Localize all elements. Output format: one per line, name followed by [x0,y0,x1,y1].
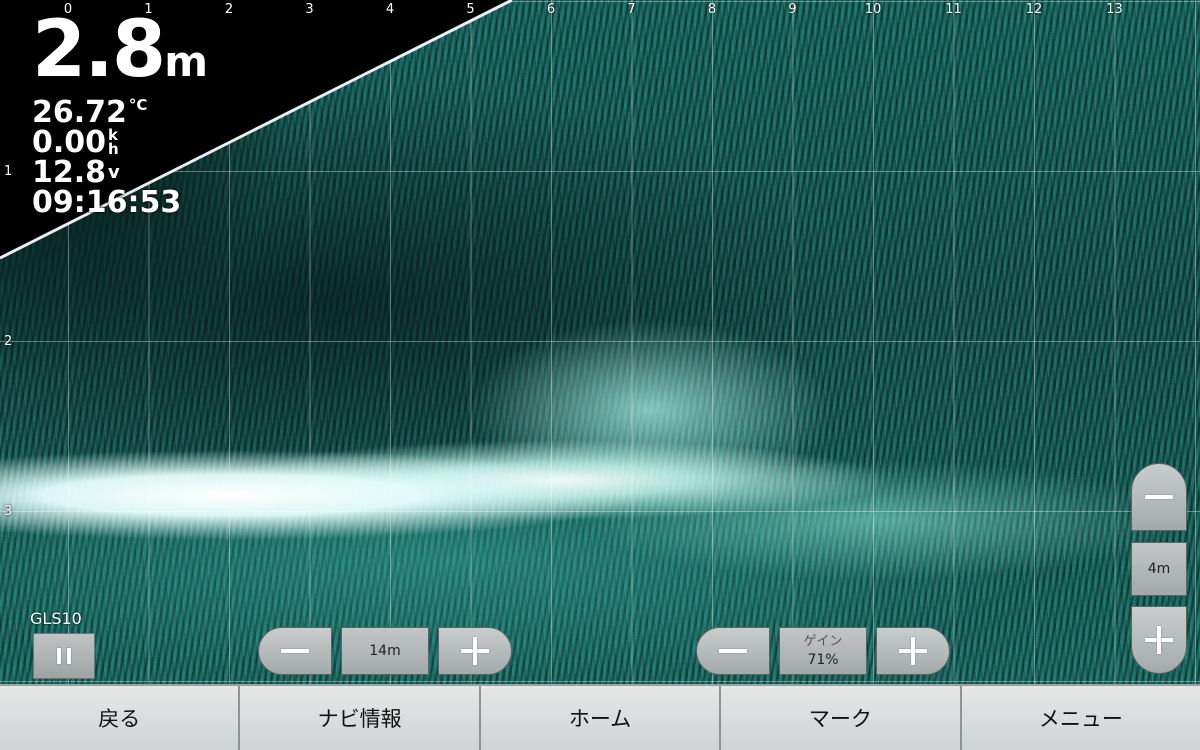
minus-icon [719,649,747,653]
speed-unit: kh [108,128,119,158]
x-axis-label: 11 [945,2,962,17]
y-axis-label: 1 [4,164,13,179]
zoom-in-button[interactable] [1131,606,1187,674]
range-value: 14m [341,627,429,675]
gain-plus-button[interactable] [876,627,950,675]
gain-label: ゲイン [803,634,843,649]
nav-menu-button[interactable]: メニュー [961,686,1200,750]
gain-control: ゲイン 71% [696,627,950,675]
source-label: GLS10 [30,609,82,628]
x-axis-label: 4 [385,2,395,17]
pause-button[interactable] [33,633,95,679]
time-readout: 09:16:53 [32,185,182,220]
minus-icon [1145,495,1173,499]
plus-icon [461,637,489,665]
depth-unit: m [164,37,208,86]
x-axis-label: 7 [627,2,636,17]
sonar-view[interactable]: 0 1 2 3 4 5 6 7 8 9 10 11 12 13 123 2.8m 26.72 °C 0.00… [0,0,1200,684]
nav-info-button[interactable]: ナビ情報 [240,686,481,750]
nav-home-button[interactable]: ホーム [480,686,722,750]
pause-icon [54,648,74,664]
range-plus-button[interactable] [438,627,512,675]
x-axis-label: 9 [788,2,797,17]
x-axis-label: 10 [864,2,882,17]
zoom-out-button[interactable] [1131,463,1187,531]
water-temp-unit: °C [128,96,148,114]
x-axis-label: 8 [707,2,717,17]
speed-readout: 0.00 k h [32,128,119,158]
gain-percent: 71% [807,652,839,668]
range-control: 14m [258,627,512,675]
depth-readout: 2.8m [32,10,208,90]
minus-icon [281,649,309,653]
x-axis-label: 2 [224,2,234,17]
x-axis-label: 5 [466,2,475,17]
voltage-readout: 12.8 v [32,158,120,188]
x-axis-label: 6 [546,2,556,17]
y-axis-label: 2 [4,334,13,349]
range-minus-button[interactable] [258,627,332,675]
depth-value: 2.8 [32,5,166,95]
x-axis-label: 12 [1025,2,1043,17]
water-temp-readout: 26.72 °C [32,98,147,128]
y-axis-label: 3 [4,504,13,519]
gain-minus-button[interactable] [696,627,770,675]
plus-icon [1145,626,1173,654]
nav-mark-button[interactable]: マーク [721,686,962,750]
bottom-nav-bar: 戻る ナビ情報 ホーム マーク メニュー [0,684,1200,750]
range-value-text: 14m [369,643,401,659]
gain-value: ゲイン 71% [779,627,867,675]
x-axis-label: 13 [1106,2,1123,17]
zoom-value: 4m [1131,542,1187,596]
nav-back-button[interactable]: 戻る [0,686,241,750]
speed-unit-bottom: h [108,140,119,158]
x-axis-label: 3 [305,2,314,17]
voltage-unit: v [108,162,120,183]
plus-icon [899,637,927,665]
